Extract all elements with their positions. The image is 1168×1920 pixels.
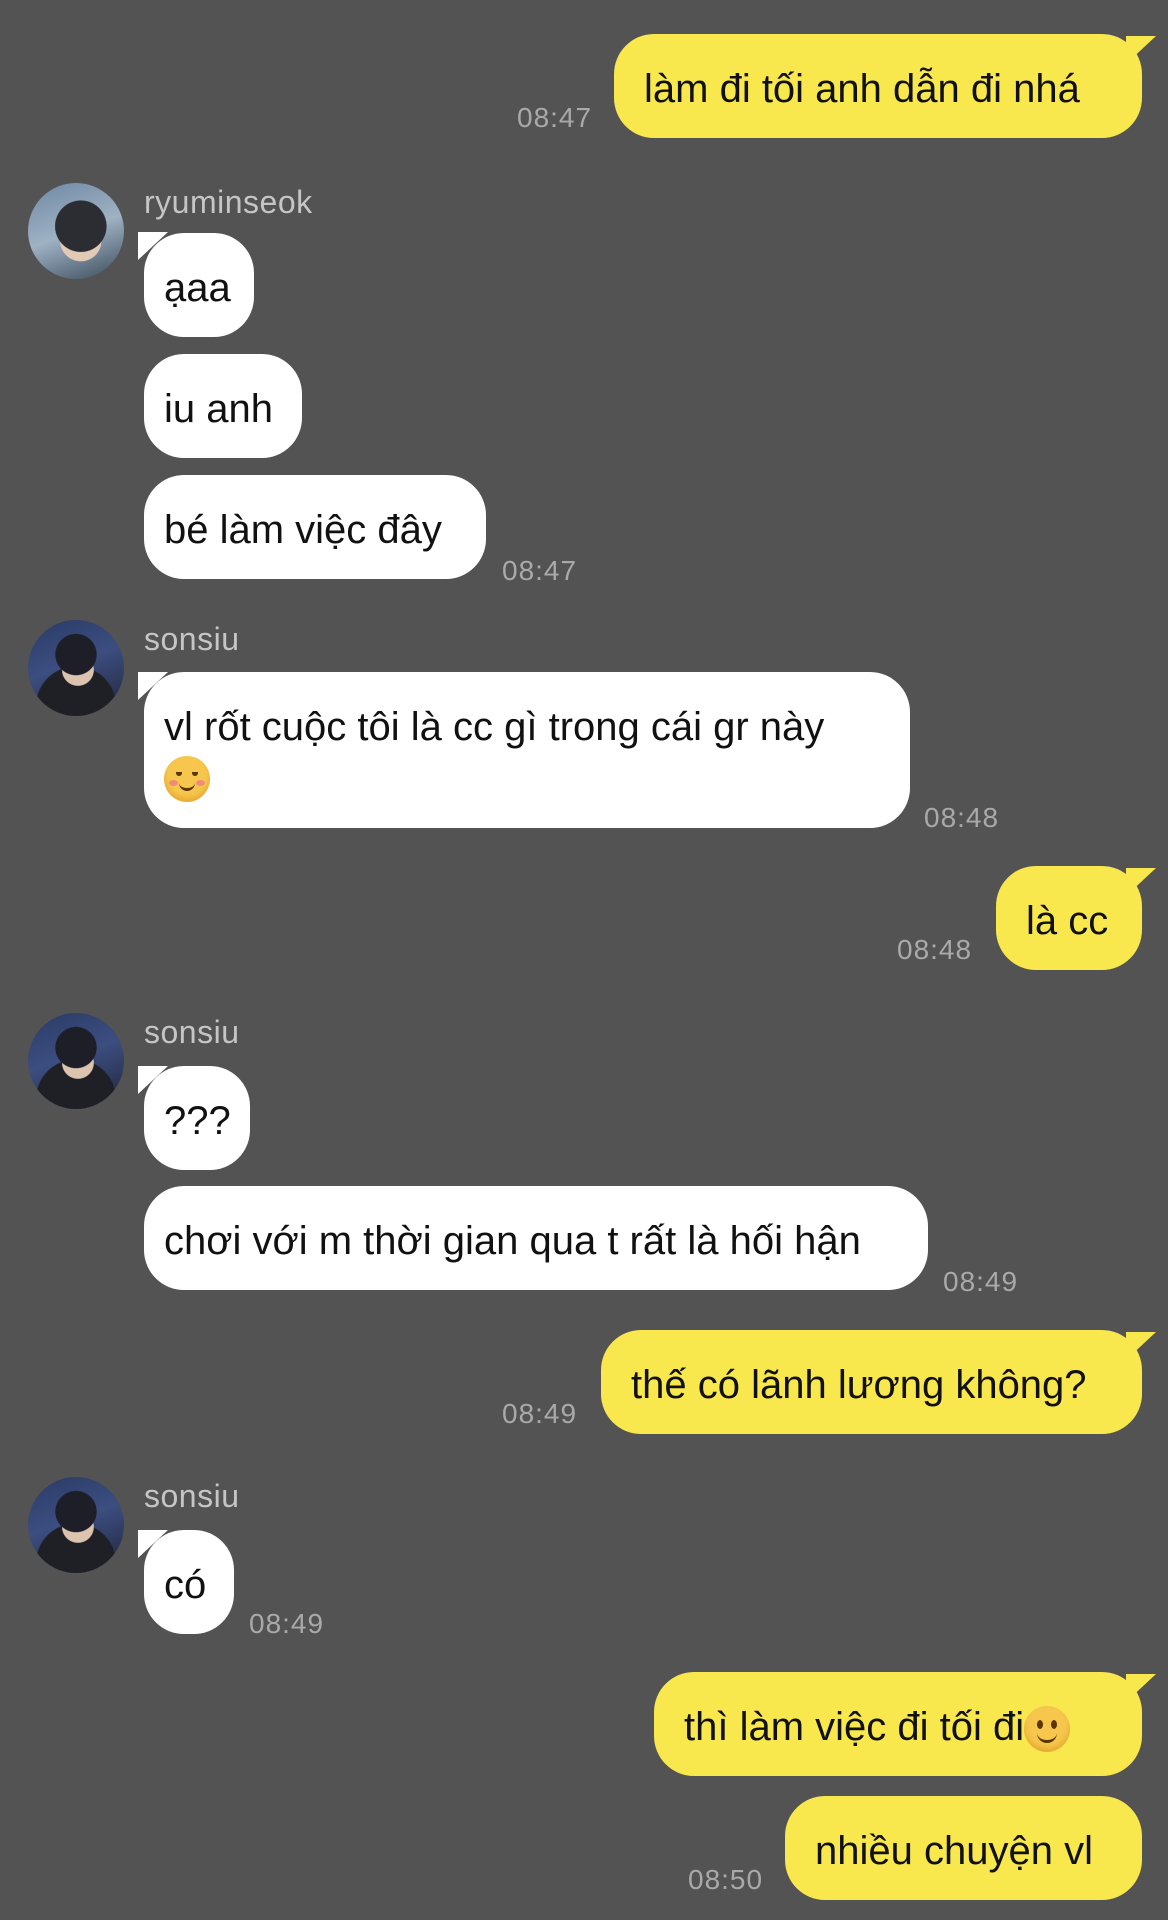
- message-text: nhiều chuyện vl: [815, 1829, 1093, 1873]
- bubble-tail: [1126, 868, 1156, 896]
- timestamp: 08:50: [688, 1864, 764, 1895]
- timestamp: 08:48: [924, 802, 1000, 833]
- avatar-ryuminseok[interactable]: [28, 183, 124, 279]
- message-bubble[interactable]: nhiều chuyện vl: [785, 1796, 1142, 1900]
- message-text: iu anh: [164, 387, 273, 431]
- message-bubble[interactable]: ???: [144, 1066, 250, 1170]
- message-bubble[interactable]: chơi với m thời gian qua t rất là hối hậ…: [144, 1186, 928, 1290]
- avatar-sonsiu[interactable]: [28, 1013, 124, 1109]
- message-text: vl rốt cuộc tôi là cc gì trong cái gr nà…: [164, 705, 825, 749]
- sender-name: sonsiu: [144, 621, 240, 657]
- message-text: thì làm việc đi tối đi: [684, 1705, 1025, 1749]
- sender-name: sonsiu: [144, 1478, 240, 1514]
- message-bubble[interactable]: có: [144, 1530, 234, 1634]
- message-text: bé làm việc đây: [164, 508, 442, 552]
- timestamp: 08:47: [502, 555, 578, 586]
- message-bubble[interactable]: làm đi tối anh dẫn đi nhá: [614, 34, 1142, 138]
- message-bubble[interactable]: thì làm việc đi tối đi: [654, 1672, 1142, 1776]
- message-bubble[interactable]: thế có lãnh lương không?: [601, 1330, 1142, 1434]
- sender-name: ryuminseok: [144, 184, 313, 220]
- message-bubble[interactable]: iu anh: [144, 354, 302, 458]
- message-text: thế có lãnh lương không?: [631, 1363, 1087, 1407]
- bubble-tail: [1126, 36, 1156, 64]
- relieved-face-emoji: [164, 756, 210, 803]
- message-text: có: [164, 1563, 207, 1607]
- avatar-sonsiu[interactable]: [28, 1477, 124, 1573]
- message-bubble[interactable]: là cc: [996, 866, 1142, 970]
- message-bubble[interactable]: vl rốt cuộc tôi là cc gì trong cái gr nà…: [144, 672, 910, 828]
- message-bubble[interactable]: ạaa: [144, 233, 254, 337]
- message-text: chơi với m thời gian qua t rất là hối hậ…: [164, 1219, 861, 1263]
- timestamp: 08:49: [502, 1398, 578, 1429]
- message-text: ???: [164, 1099, 231, 1143]
- message-bubble[interactable]: bé làm việc đây: [144, 475, 486, 579]
- sender-name: sonsiu: [144, 1014, 240, 1050]
- slightly-smiling-face-emoji: [1024, 1706, 1071, 1753]
- timestamp: 08:49: [943, 1266, 1019, 1297]
- message-text: làm đi tối anh dẫn đi nhá: [644, 67, 1080, 111]
- avatar-sonsiu[interactable]: [28, 620, 124, 716]
- timestamp: 08:47: [517, 102, 593, 133]
- message-text: là cc: [1026, 899, 1109, 943]
- timestamp: 08:48: [897, 934, 973, 965]
- message-text: ạaa: [164, 266, 231, 310]
- timestamp: 08:49: [249, 1608, 325, 1639]
